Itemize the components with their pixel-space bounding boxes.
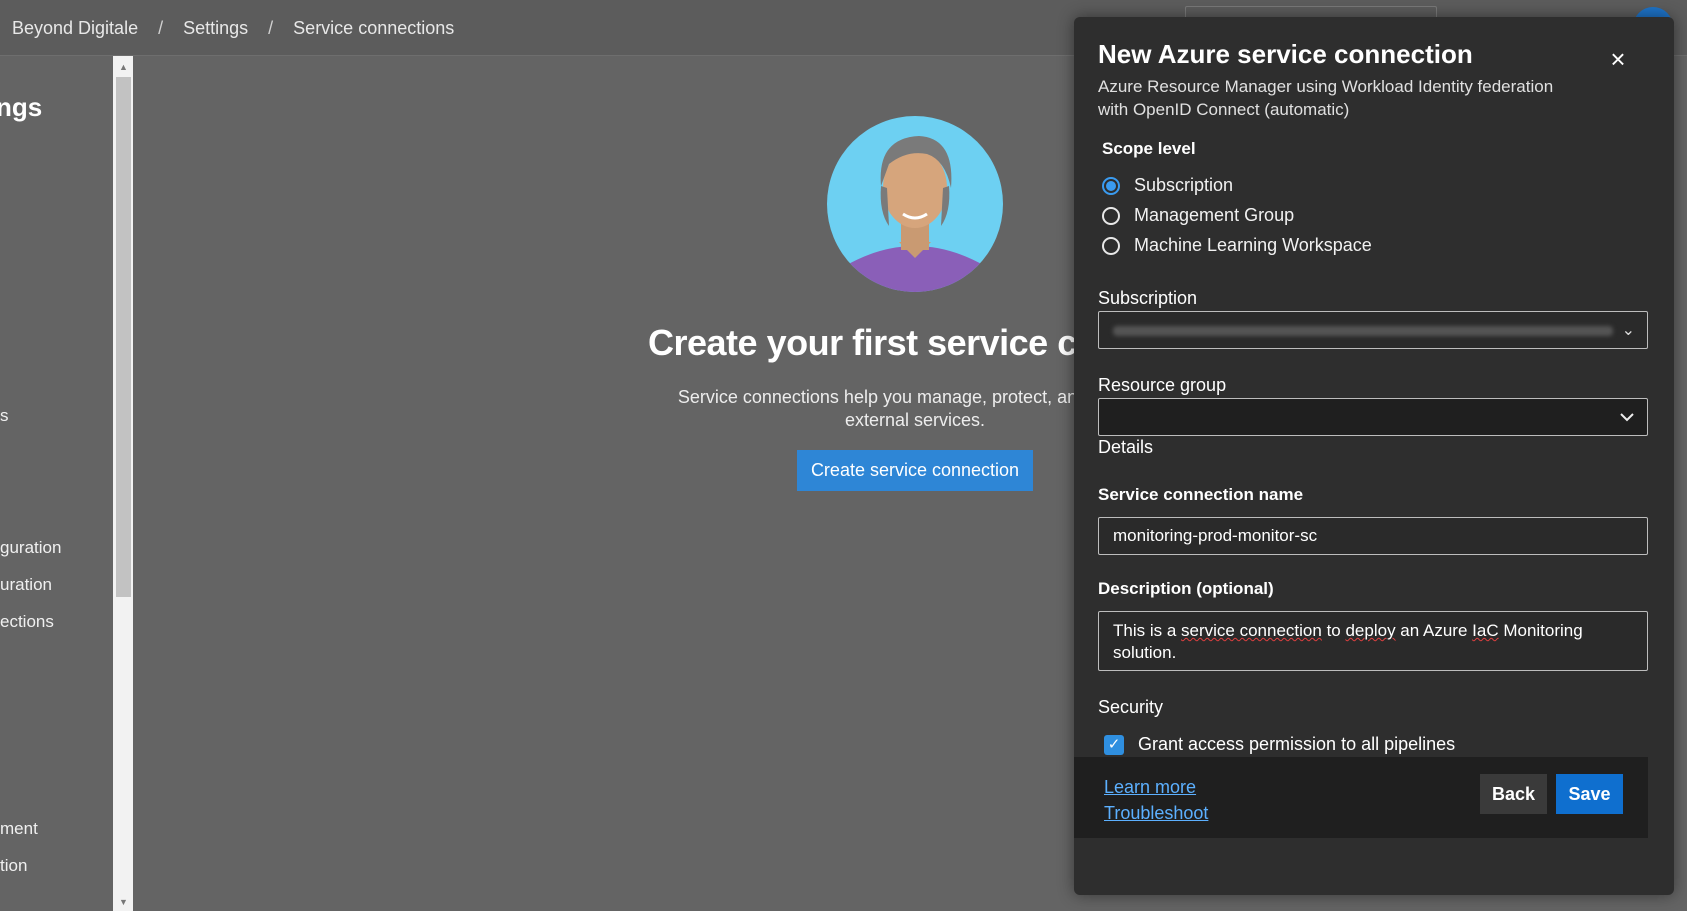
scope-option-label: Management Group [1134,205,1295,225]
scope-option-label: Subscription [1134,175,1234,195]
service-connection-name-label: Service connection name [1098,485,1304,504]
breadcrumb-settings[interactable]: Settings [183,18,248,39]
scope-option-management-group[interactable]: Management Group [1102,205,1294,226]
scrollbar-thumb[interactable] [116,77,131,597]
person-illustration-icon [827,116,1003,292]
learn-more-link[interactable]: Learn more [1104,777,1196,798]
subscription-label: Subscription [1098,288,1198,308]
panel-subtitle: Azure Resource Manager using Workload Id… [1098,75,1578,121]
blurred-subscription-value [1113,326,1613,336]
radio-icon[interactable] [1102,206,1120,225]
close-icon[interactable]: × [1604,45,1632,73]
scope-option-label: Machine Learning Workspace [1134,235,1372,255]
subscription-select[interactable]: ⌄ [1098,311,1648,349]
back-button[interactable]: Back [1480,774,1547,814]
new-service-connection-panel: New Azure service connection Azure Resou… [1074,17,1674,895]
scroll-down-arrow-icon[interactable]: ▼ [116,895,131,909]
sidebar-item[interactable]: uration [0,575,52,595]
details-label: Details [1098,437,1154,457]
sidebar-item[interactable]: ment [0,819,38,839]
description-text: an Azure [1395,621,1473,640]
settings-sidebar: ngs s guration uration ections ment tion [0,56,113,911]
breadcrumb: Beyond Digitale / Settings / Service con… [12,18,454,39]
save-button[interactable]: Save [1556,774,1623,814]
sidebar-item-service-connections[interactable]: ections [0,612,54,632]
resource-group-label: Resource group [1098,375,1227,395]
panel-title: New Azure service connection [1098,39,1473,69]
grant-access-label: Grant access permission to all pipelines [1138,734,1456,754]
chevron-down-icon [1620,413,1634,422]
panel-subtitle-line: with OpenID Connect (automatic) [1098,100,1350,119]
empty-state-title: Create your first service con [648,322,1120,363]
troubleshoot-link[interactable]: Troubleshoot [1104,803,1208,824]
radio-selected-icon[interactable] [1102,176,1120,195]
grant-access-checkbox-row[interactable]: ✓ Grant access permission to all pipelin… [1104,734,1455,755]
service-connection-name-input[interactable]: monitoring-prod-monitor-sc [1098,517,1648,555]
breadcrumb-service-connections[interactable]: Service connections [293,18,454,39]
resource-group-select[interactable] [1098,398,1648,436]
panel-footer: Learn more Troubleshoot Back Save [1074,757,1648,838]
scope-level-label: Scope level [1102,139,1196,158]
sidebar-item[interactable]: guration [0,538,61,558]
security-label: Security [1098,697,1164,717]
description-text-misspelled: deploy [1345,621,1396,640]
description-label: Description (optional) [1098,579,1274,598]
description-input[interactable]: This is a service connection to deploy a… [1098,611,1648,671]
create-service-connection-button[interactable]: Create service connection [797,450,1033,491]
description-text-misspelled: service connection [1181,621,1322,640]
breadcrumb-separator: / [268,18,274,38]
breadcrumb-separator: / [158,18,164,38]
sidebar-item[interactable]: tion [0,856,27,876]
scroll-up-arrow-icon[interactable]: ▲ [116,60,131,74]
sidebar-item[interactable]: s [0,406,9,426]
description-text: to [1321,621,1346,640]
description-text: This is a [1113,621,1182,640]
description-text-misspelled: IaC [1472,621,1499,640]
chevron-down-icon: ⌄ [1621,322,1635,339]
panel-subtitle-line: Azure Resource Manager using Workload Id… [1098,77,1554,96]
checkmark-icon[interactable]: ✓ [1104,734,1124,755]
sidebar-title: ngs [0,92,43,122]
scope-option-ml-workspace[interactable]: Machine Learning Workspace [1102,235,1372,256]
scope-option-subscription[interactable]: Subscription [1102,175,1233,196]
radio-icon[interactable] [1102,236,1120,255]
breadcrumb-org[interactable]: Beyond Digitale [12,18,138,39]
